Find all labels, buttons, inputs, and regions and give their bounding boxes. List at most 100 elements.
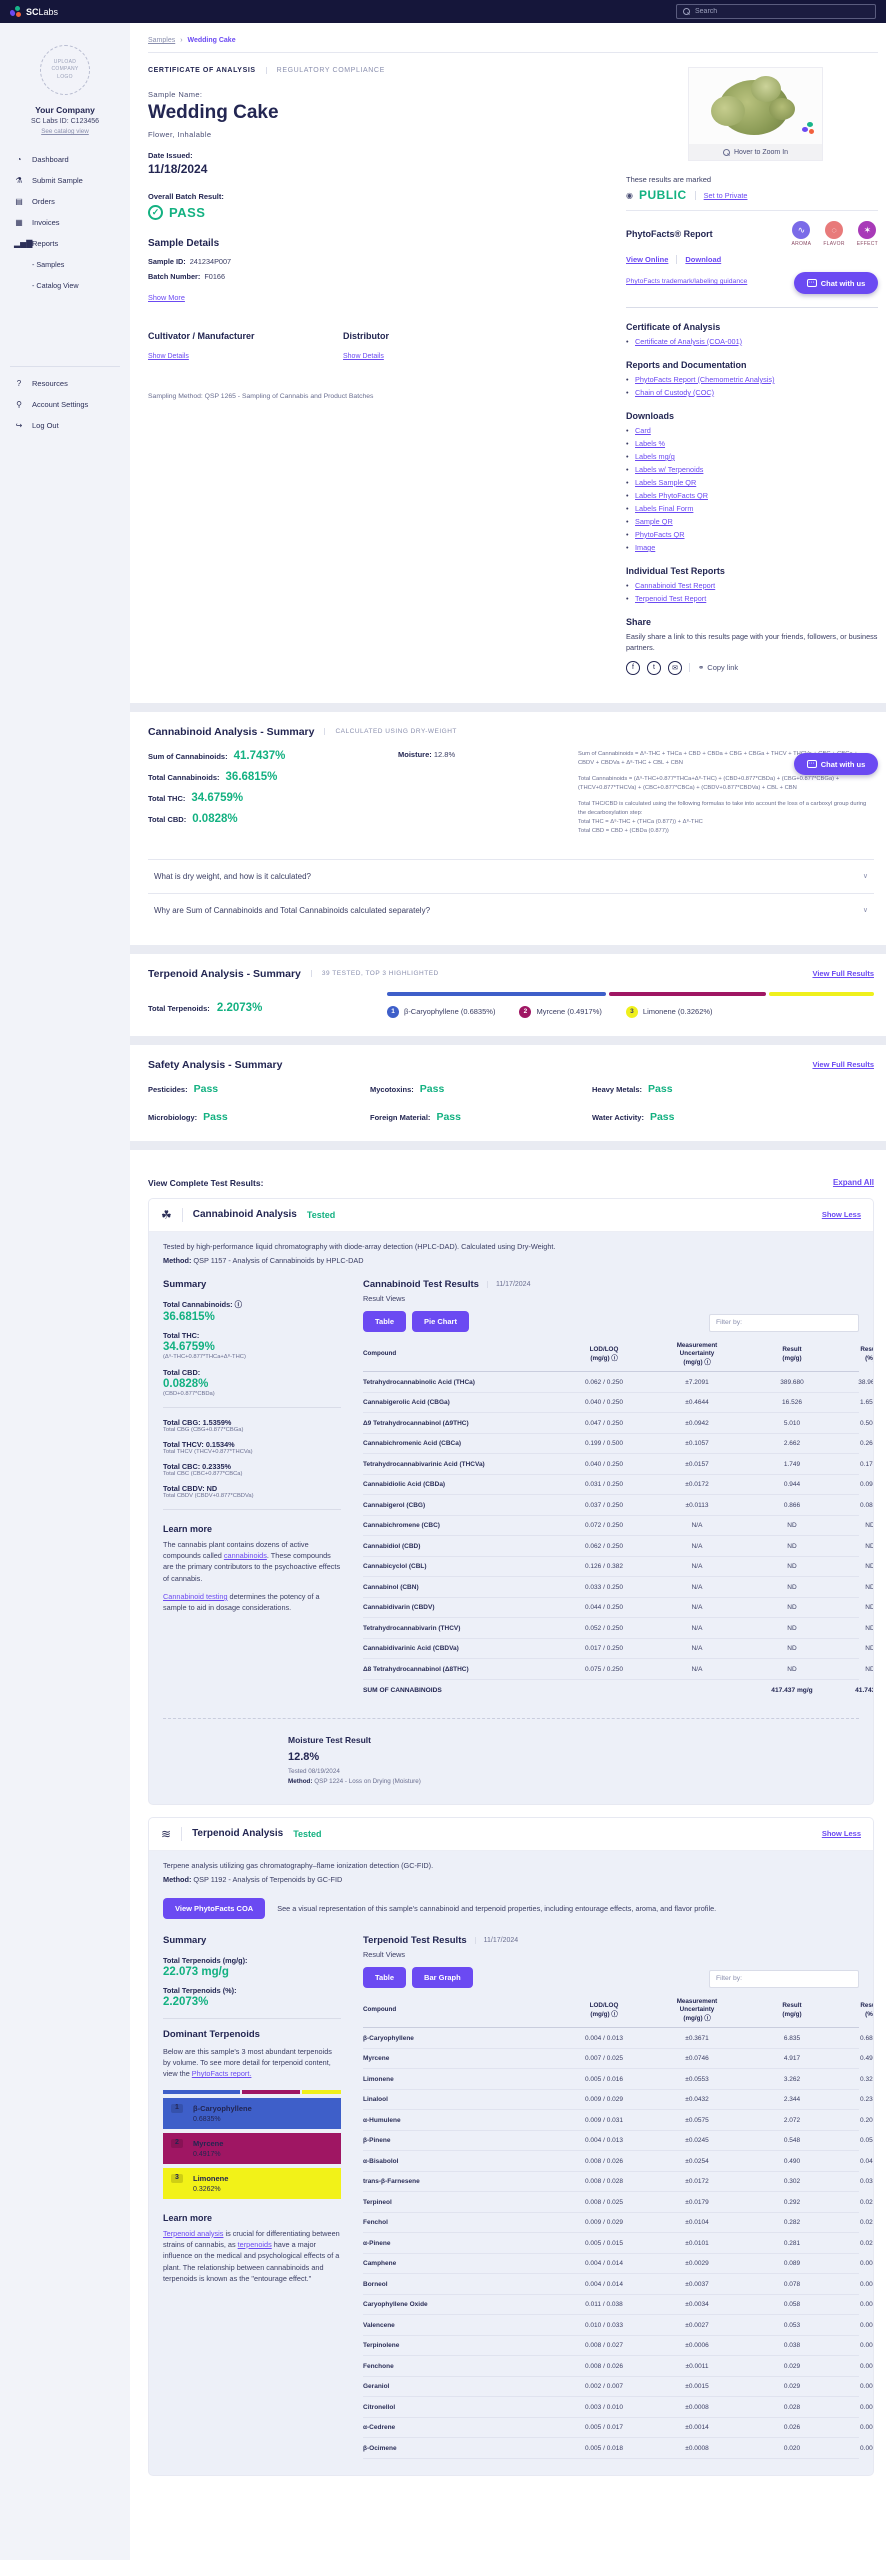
sidebar-item-icon: ⚗ — [15, 176, 23, 185]
view-phytofacts-coa-button[interactable]: View PhytoFacts COA — [163, 1897, 266, 1919]
safety-view-full-results-link[interactable]: View Full Results — [812, 1060, 874, 1069]
download-item-link[interactable]: Card — [635, 426, 651, 435]
terpenoid-filter-input[interactable] — [709, 1969, 859, 1988]
download-item-link[interactable]: Labels Sample QR — [635, 478, 696, 487]
show-more-link[interactable]: Show More — [148, 293, 185, 302]
cannabinoid-filter-input[interactable] — [709, 1313, 859, 1332]
sidebar-subitem[interactable]: - Catalog View — [0, 275, 130, 296]
download-item-link[interactable]: Labels w/ Terpenoids — [635, 465, 703, 474]
table-row: Linalool 0.009 / 0.029 ±0.0432 2.344 0.2… — [363, 2090, 873, 2111]
sidebar-item[interactable]: ⚗ Submit Sample — [0, 170, 130, 191]
individual-report-link[interactable]: Terpenoid Test Report — [635, 594, 706, 603]
brand-sc: SC — [26, 6, 39, 17]
breadcrumb-samples-link[interactable]: Samples — [148, 37, 175, 44]
moisture-method: QSP 1224 - Loss on Drying (Moisture) — [314, 1777, 421, 1785]
report-doc-link[interactable]: PhytoFacts Report (Chemometric Analysis) — [635, 375, 775, 384]
sidebar-item[interactable]: ? Resources — [0, 373, 130, 394]
share-social-icon[interactable]: f — [626, 660, 640, 675]
download-item-link[interactable]: PhytoFacts QR — [635, 530, 684, 539]
sidebar-item[interactable]: ◔ Dashboard — [0, 149, 130, 170]
download-item-link[interactable]: Sample QR — [635, 517, 673, 526]
magnifier-icon — [722, 148, 730, 156]
cannabinoid-show-less-link[interactable]: Show Less — [822, 1210, 861, 1219]
cultivator-show-details-link[interactable]: Show Details — [148, 353, 189, 360]
breadcrumb-current[interactable]: Wedding Cake — [187, 37, 235, 44]
terpenoid-summary-subtitle: 39 TESTED, TOP 3 HIGHLIGHTED — [310, 970, 439, 978]
sidebar-item[interactable]: ↪ Log Out — [0, 415, 130, 436]
coa-link[interactable]: Certificate of Analysis (COA-001) — [635, 337, 742, 346]
search-input[interactable] — [695, 8, 869, 15]
hover-to-zoom-bar[interactable]: Hover to Zoom In — [689, 144, 822, 160]
sidebar-item-icon: ? — [16, 379, 22, 388]
download-item-link[interactable]: Image — [635, 543, 655, 552]
chevron-down-icon: ∨ — [862, 907, 868, 915]
download-item-link[interactable]: Labels % — [635, 439, 665, 448]
copy-link-button[interactable]: ⚭ Copy link — [689, 663, 738, 673]
result-view-button[interactable]: Pie Chart — [412, 1310, 469, 1332]
global-search[interactable] — [676, 4, 876, 19]
phytofacts-report-link[interactable]: PhytoFacts report. — [192, 2069, 252, 2078]
see-catalog-view-link[interactable]: See catalog view — [0, 128, 130, 135]
chat-with-us-button[interactable]: ··· Chat with us — [794, 753, 878, 775]
sidebar-item-label: Dashboard — [32, 155, 69, 164]
tab-certificate-of-analysis[interactable]: CERTIFICATE OF ANALYSIS — [148, 67, 256, 74]
sc-labs-id: SC Labs ID: C123456 — [30, 118, 100, 125]
result-view-button[interactable]: Table — [363, 1966, 407, 1988]
terpenoids-link[interactable]: terpenoids — [238, 2240, 272, 2249]
table-row: α-Pinene 0.005 / 0.015 ±0.0101 0.281 0.0… — [363, 2233, 873, 2254]
cannabinoid-extra-stat: Total CBG: 1.5359% Total CBG (CBG+0.877*… — [163, 1417, 244, 1433]
sidebar-divider — [10, 366, 120, 367]
batch-number-value: F0166 — [204, 272, 226, 281]
table-row: Cannabigerol (CBG) 0.037 / 0.250 ±0.0113… — [363, 1495, 873, 1516]
cannabinoid-method: QSP 1157 - Analysis of Cannabinoids by H… — [193, 1255, 364, 1265]
table-footer-row: SUM OF CANNABINOIDS 417.437 mg/g 41.7437… — [363, 1687, 873, 1695]
sidebar-item[interactable]: ▂▅▇ Reports — [0, 233, 130, 254]
chat-with-us-button[interactable]: ··· Chat with us — [794, 272, 878, 294]
report-doc-link[interactable]: Chain of Custody (COC) — [635, 388, 714, 397]
download-item-link[interactable]: Labels Final Form — [635, 504, 693, 513]
faq-accordion-row[interactable]: Why are Sum of Cannabinoids and Total Ca… — [148, 892, 874, 927]
individual-report-link[interactable]: Cannabinoid Test Report — [635, 581, 715, 590]
cannabinoid-main-stat: Total Cannabinoids: ⓘ 36.6815% — [163, 1299, 242, 1323]
phytofacts-badge-icon: ✶ — [858, 221, 877, 239]
cannabinoid-main-stat: Total THC: 34.6759% (Δ⁹-THC+0.877*THCa+Δ… — [163, 1330, 246, 1360]
overall-batch-result-label: Overall Batch Result: — [148, 192, 224, 201]
cannabinoid-testing-link[interactable]: Cannabinoid testing — [163, 1592, 228, 1601]
download-item-link[interactable]: Labels mg/g — [635, 452, 675, 461]
expand-all-link[interactable]: Expand All — [833, 1178, 874, 1187]
upload-company-logo[interactable]: UPLOAD COMPANY LOGO — [40, 45, 90, 95]
results-marked-label: These results are marked — [626, 175, 712, 184]
result-view-button[interactable]: Table — [363, 1310, 407, 1332]
faq-accordion-row[interactable]: What is dry weight, and how is it calcul… — [148, 858, 874, 893]
sidebar-subitem[interactable]: - Samples — [0, 254, 130, 275]
view-online-link[interactable]: View Online — [626, 255, 668, 264]
phytofacts-guidance-link[interactable]: PhytoFacts trademark/labeling guidance — [626, 278, 747, 285]
sidebar-item-label: Resources — [32, 379, 68, 388]
terpenoid-view-full-results-link[interactable]: View Full Results — [812, 969, 874, 978]
table-row: α-Cedrene 0.005 / 0.017 ±0.0014 0.026 0.… — [363, 2418, 873, 2439]
cannabinoid-analysis-panel: ☘ Cannabinoid Analysis Tested Show Less … — [148, 1197, 874, 1805]
date-issued-label: Date Issued: — [148, 151, 193, 160]
sidebar-item[interactable]: ⚲ Account Settings — [0, 394, 130, 415]
sidebar-bottom-nav: ? Resources ⚲ Account Settings ↪ Log Out — [0, 373, 130, 436]
total-terpenoids-value: 2.2073% — [216, 1001, 263, 1014]
result-view-button[interactable]: Bar Graph — [412, 1966, 473, 1988]
download-item-link[interactable]: Labels PhytoFacts QR — [635, 491, 708, 500]
terpenoid-show-less-link[interactable]: Show Less — [822, 1829, 861, 1838]
sc-labs-logo[interactable]: SCLabs — [9, 5, 58, 18]
overall-batch-result-value: PASS — [169, 205, 206, 220]
table-row: α-Humulene 0.009 / 0.031 ±0.0575 2.072 0… — [363, 2110, 873, 2131]
share-social-icon[interactable]: t — [647, 660, 661, 675]
cannabinoids-link[interactable]: cannabinoids — [224, 1551, 267, 1560]
distributor-show-details-link[interactable]: Show Details — [343, 353, 384, 360]
sidebar-item[interactable]: ▦ Invoices — [0, 212, 130, 233]
set-to-private-link[interactable]: Set to Private — [694, 190, 747, 200]
download-link[interactable]: Download — [676, 255, 721, 264]
terpenoid-analysis-link[interactable]: Terpenoid analysis — [163, 2229, 223, 2238]
tab-regulatory-compliance[interactable]: REGULATORY COMPLIANCE — [265, 67, 385, 74]
share-social-icon[interactable]: ✉ — [668, 660, 682, 675]
sample-photo[interactable]: Hover to Zoom In — [688, 67, 823, 161]
top-terpenoid-chip: 2 Myrcene (0.4917%) — [519, 1005, 602, 1018]
sidebar-item[interactable]: ▤ Orders — [0, 191, 130, 212]
dominant-terpenoid-block: 3 Limonene 0.3262% — [163, 2167, 341, 2199]
